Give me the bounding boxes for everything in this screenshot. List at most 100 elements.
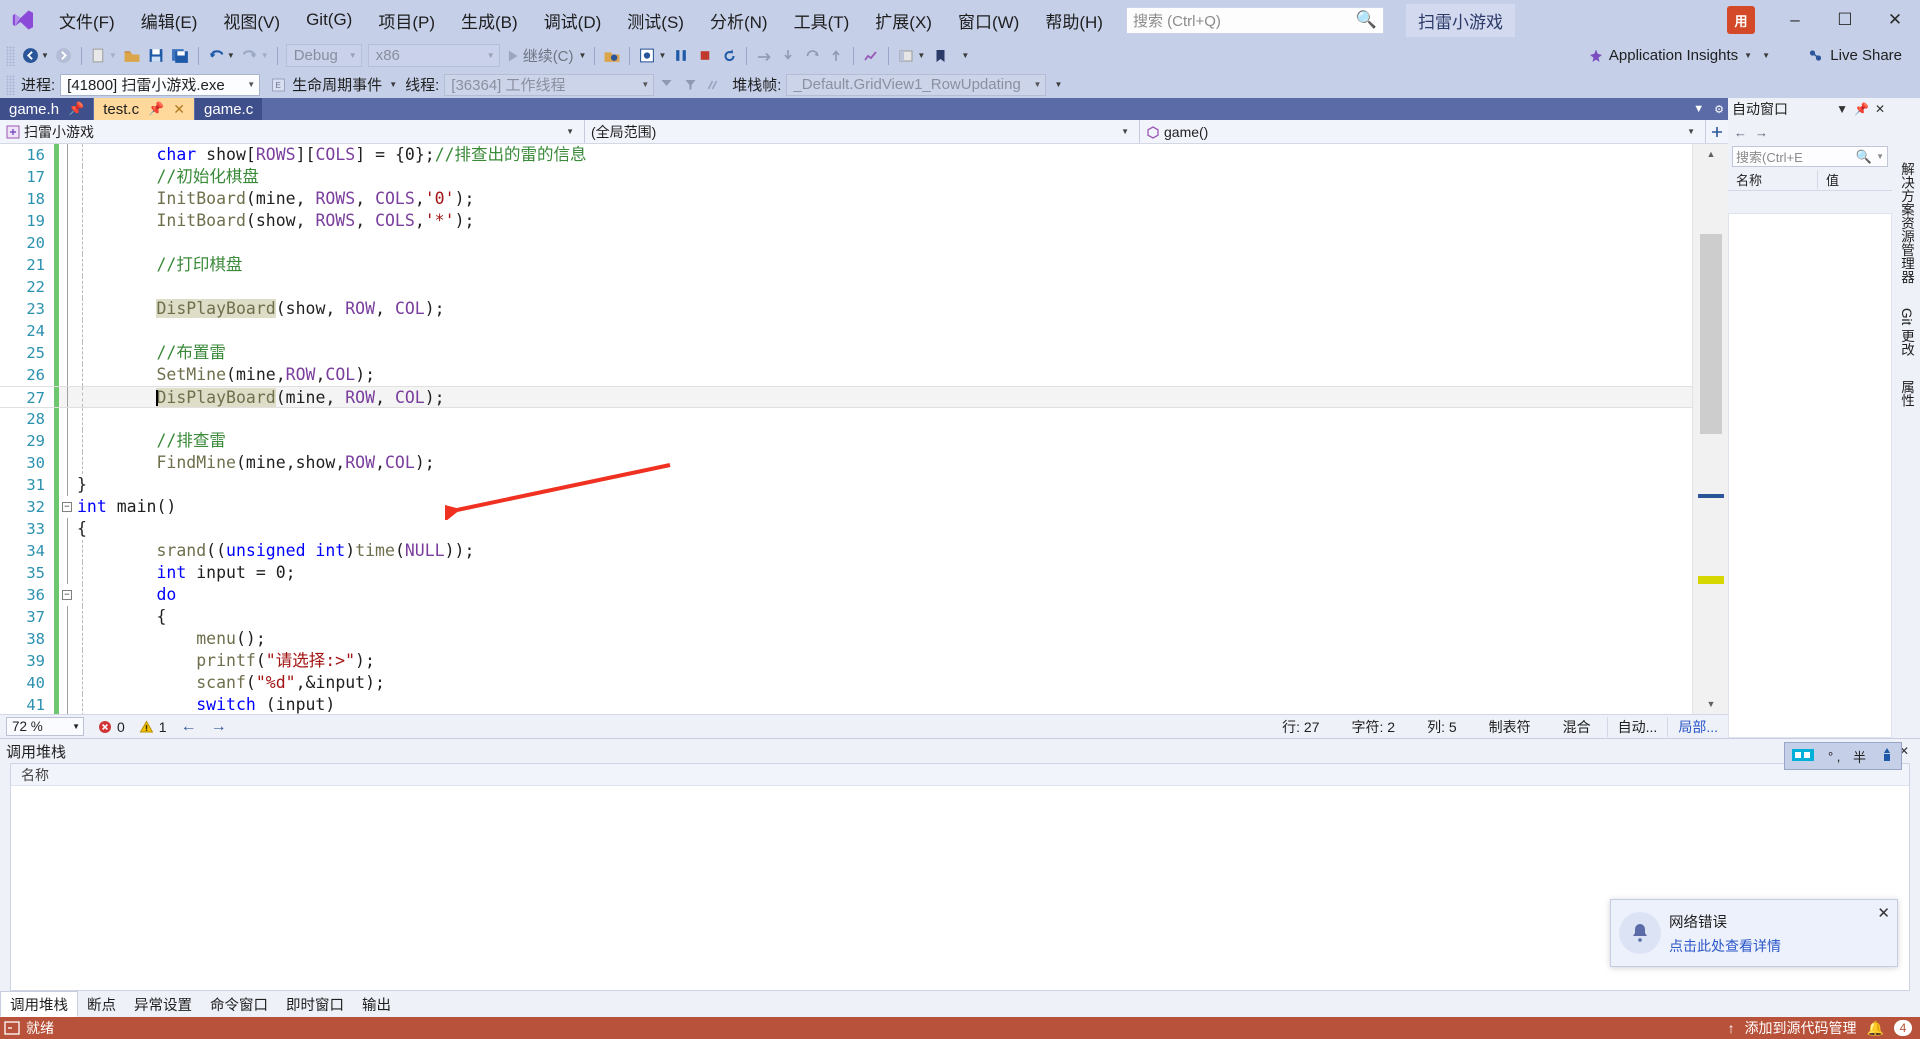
code-text[interactable]: menu(); bbox=[77, 628, 1692, 650]
more-commands-icon[interactable]: ▼ bbox=[952, 43, 976, 69]
code-text[interactable]: SetMine(mine,ROW,COL); bbox=[77, 364, 1692, 386]
code-line[interactable]: 29 //排查雷 bbox=[0, 430, 1692, 452]
code-line[interactable]: 21 //打印棋盘 bbox=[0, 254, 1692, 276]
fold-margin[interactable] bbox=[59, 254, 77, 276]
scrollbar-thumb[interactable] bbox=[1700, 234, 1722, 434]
attach-process-icon[interactable] bbox=[600, 43, 624, 69]
code-text[interactable]: printf("请选择:>"); bbox=[77, 650, 1692, 672]
code-line[interactable]: 30 FindMine(mine,show,ROW,COL); bbox=[0, 452, 1692, 474]
fold-margin[interactable] bbox=[59, 452, 77, 474]
code-text[interactable]: InitBoard(show, ROWS, COLS,'*'); bbox=[77, 210, 1692, 232]
overflow-icon[interactable]: ▼ bbox=[1762, 51, 1770, 60]
tab-immediate-window[interactable]: 即时窗口 bbox=[277, 991, 353, 1017]
menu-item-git[interactable]: Git(G) bbox=[293, 0, 365, 40]
locals-window-tab[interactable]: 局部... bbox=[1667, 716, 1728, 737]
stack-frame-dropdown[interactable]: _Default.GridView1_RowUpdating ▼ bbox=[786, 73, 1047, 96]
fold-margin[interactable] bbox=[59, 320, 77, 342]
show-next-statement-icon[interactable]: ▼ bbox=[635, 43, 669, 69]
code-line[interactable]: 37 { bbox=[0, 606, 1692, 628]
bell-icon[interactable]: 🔔 bbox=[1867, 1020, 1884, 1037]
menu-item-project[interactable]: 项目(P) bbox=[365, 0, 448, 40]
notification-count-badge[interactable]: 4 bbox=[1894, 1020, 1912, 1036]
code-text[interactable]: FindMine(mine,show,ROW,COL); bbox=[77, 452, 1692, 474]
code-text[interactable]: //初始化棋盘 bbox=[77, 166, 1692, 188]
scroll-down-arrow-icon[interactable]: ▼ bbox=[1703, 696, 1719, 712]
bookmark-icon[interactable] bbox=[928, 43, 952, 69]
fold-margin[interactable] bbox=[59, 298, 77, 320]
pin-icon[interactable]: 📌 bbox=[1851, 102, 1872, 116]
step-up-icon[interactable] bbox=[824, 43, 848, 69]
navigate-forward-icon[interactable]: → bbox=[211, 718, 227, 736]
code-text[interactable]: do bbox=[77, 584, 1692, 606]
live-share-button[interactable]: Live Share bbox=[1807, 47, 1902, 64]
fold-margin[interactable] bbox=[59, 387, 77, 407]
navigate-back-icon[interactable]: ← bbox=[1734, 125, 1747, 140]
toolbar-grip[interactable] bbox=[6, 45, 15, 66]
active-files-chevron-icon[interactable]: ▼ bbox=[1693, 103, 1704, 115]
editor-vertical-scrollbar[interactable]: ▲ ▼ bbox=[1692, 144, 1728, 714]
code-text[interactable]: int input = 0; bbox=[77, 562, 1692, 584]
chevron-down-icon[interactable]: ▼ bbox=[227, 51, 235, 60]
notification-message[interactable]: 点击此处查看详情 bbox=[1669, 936, 1889, 956]
tool-window-icon[interactable]: ▼ bbox=[894, 43, 928, 69]
code-line[interactable]: 28 bbox=[0, 408, 1692, 430]
global-search-box[interactable]: 搜索 (Ctrl+Q) 🔍 bbox=[1125, 6, 1384, 34]
open-file-icon[interactable] bbox=[120, 43, 144, 69]
toolbar-overflow-icon[interactable]: ▼ bbox=[1054, 80, 1062, 89]
fold-margin[interactable] bbox=[59, 408, 77, 430]
fold-margin[interactable] bbox=[59, 276, 77, 298]
gear-icon[interactable]: ⚙ bbox=[1714, 103, 1724, 116]
thread-marker-icon[interactable] bbox=[702, 72, 726, 98]
chevron-down-icon[interactable]: ▼ bbox=[917, 51, 925, 60]
code-text[interactable]: switch (input) bbox=[77, 694, 1692, 714]
code-text[interactable]: //布置雷 bbox=[77, 342, 1692, 364]
new-item-icon[interactable]: ▼ bbox=[87, 43, 120, 69]
code-line[interactable]: 18 InitBoard(mine, ROWS, COLS,'0'); bbox=[0, 188, 1692, 210]
code-text[interactable]: char show[ROWS][COLS] = {0};//排查出的雷的信息 bbox=[77, 144, 1692, 166]
code-line[interactable]: 20 bbox=[0, 232, 1692, 254]
continue-debug-button[interactable]: 继续(C) ▼ bbox=[503, 43, 590, 69]
chevron-down-icon[interactable]: ▼ bbox=[1876, 152, 1884, 161]
tab-breakpoints[interactable]: 断点 bbox=[78, 991, 125, 1017]
fold-margin[interactable] bbox=[59, 562, 77, 584]
fold-margin[interactable] bbox=[59, 166, 77, 188]
sidebar-item-solution-explorer[interactable]: 解决方案资源管理器 bbox=[1894, 158, 1918, 288]
pin-icon[interactable]: 📌 bbox=[148, 101, 164, 117]
code-line[interactable]: 16 char show[ROWS][COLS] = {0};//排查出的雷的信… bbox=[0, 144, 1692, 166]
sidebar-item-git-changes[interactable]: Git 更改 bbox=[1894, 304, 1918, 360]
fold-margin[interactable] bbox=[59, 540, 77, 562]
code-text[interactable]: DisPlayBoard(mine, ROW, COL); bbox=[77, 387, 1692, 407]
chevron-down-icon[interactable]: ▼ bbox=[1833, 102, 1851, 116]
fold-margin[interactable] bbox=[59, 232, 77, 254]
menu-item-help[interactable]: 帮助(H) bbox=[1032, 0, 1116, 40]
fold-margin[interactable] bbox=[59, 650, 77, 672]
fold-margin[interactable] bbox=[59, 364, 77, 386]
menu-item-build[interactable]: 生成(B) bbox=[448, 0, 531, 40]
restart-icon[interactable] bbox=[717, 43, 741, 69]
column-header-value[interactable]: 值 bbox=[1818, 170, 1847, 189]
fold-margin[interactable] bbox=[59, 628, 77, 650]
stop-debugging-icon[interactable] bbox=[693, 43, 717, 69]
chevron-down-icon[interactable]: ▼ bbox=[389, 80, 397, 89]
upload-arrow-icon[interactable]: ↑ bbox=[1728, 1020, 1735, 1036]
step-out-icon[interactable] bbox=[800, 43, 824, 69]
chevron-down-icon[interactable]: ▼ bbox=[1744, 51, 1752, 60]
chevron-down-icon[interactable]: ▼ bbox=[579, 51, 587, 60]
code-line[interactable]: 26 SetMine(mine,ROW,COL); bbox=[0, 364, 1692, 386]
code-line[interactable]: 38 menu(); bbox=[0, 628, 1692, 650]
tab-exception-settings[interactable]: 异常设置 bbox=[125, 991, 201, 1017]
tab-mode-indicator[interactable]: 制表符 bbox=[1473, 717, 1547, 737]
code-line[interactable]: 17 //初始化棋盘 bbox=[0, 166, 1692, 188]
code-text[interactable]: { bbox=[77, 518, 1692, 540]
application-insights-button[interactable]: Application Insights ▼ ▼ bbox=[1588, 47, 1770, 64]
code-line[interactable]: 19 InitBoard(show, ROWS, COLS,'*'); bbox=[0, 210, 1692, 232]
navigate-back-icon[interactable]: ← bbox=[181, 718, 197, 736]
code-line[interactable]: 24 bbox=[0, 320, 1692, 342]
menu-item-extensions[interactable]: 扩展(X) bbox=[862, 0, 945, 40]
step-into-icon[interactable] bbox=[776, 43, 800, 69]
code-text[interactable]: srand((unsigned int)time(NULL)); bbox=[77, 540, 1692, 562]
chevron-down-icon[interactable]: ▼ bbox=[41, 51, 49, 60]
flag-threads-icon[interactable] bbox=[654, 72, 678, 98]
process-dropdown[interactable]: [41800] 扫雷小游戏.exe ▼ bbox=[60, 73, 261, 96]
fold-margin[interactable] bbox=[59, 606, 77, 628]
